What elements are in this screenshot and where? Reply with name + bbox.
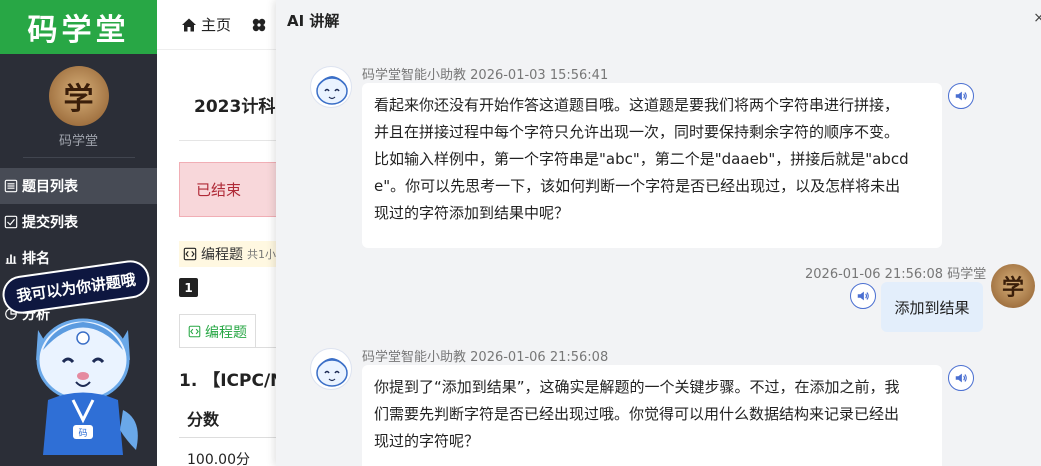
message-header: 码学堂智能小助教 2026-01-03 15:56:41 [362, 64, 608, 83]
timestamp: 2026-01-06 21:56:08 [470, 350, 609, 365]
code-icon [188, 325, 201, 338]
nav-home-label: 主页 [201, 16, 232, 34]
panel-title: AI 讲解 [287, 12, 340, 30]
program-section-header: 编程题 共1小 [179, 241, 280, 267]
mascot-icon [316, 358, 348, 387]
speaker-button[interactable] [948, 83, 974, 109]
score-label: 分数 [187, 410, 220, 429]
sidebar-item-label: 排名 [22, 251, 50, 267]
user-message-bubble: 添加到结果 [881, 282, 983, 332]
divider [22, 157, 135, 158]
profile-name: 码学堂 [58, 134, 98, 149]
message-header: 2026-01-06 21:56:08 码学堂 [805, 263, 986, 282]
speaker-icon [955, 91, 967, 101]
profile: 学 码学堂 [0, 54, 157, 158]
bot-avatar [310, 66, 352, 108]
score-value: 100.00分 [187, 452, 250, 466]
bot-avatar [310, 348, 352, 390]
avatar[interactable]: 学 [48, 66, 109, 126]
message-header: 码学堂智能小助教 2026-01-06 21:56:08 [362, 346, 608, 365]
sidebar-item-submissions[interactable]: 提交列表 [0, 204, 157, 240]
speaker-icon [857, 291, 869, 301]
close-icon[interactable]: × [1033, 10, 1041, 26]
checkbox-icon [4, 215, 18, 229]
flower-icon [252, 18, 266, 31]
program-label: 编程题 [201, 247, 243, 263]
bot-message-bubble: 你提到了“添加到结果”，这确实是解题的一个关键步骤。不过，在添加之前，我 们需要… [362, 365, 942, 466]
nav-item[interactable] [251, 17, 271, 33]
sender-name: 码学堂智能小助教 [362, 350, 467, 365]
sidebar-item-label: 题目列表 [22, 179, 78, 195]
list-icon [4, 179, 18, 193]
sender-name: 码学堂 [947, 267, 987, 282]
user-avatar: 学 [991, 264, 1035, 308]
message-line: 并且在拼接过程中每个字符只允许出现一次，同时要保持剩余字符的顺序不变。 [374, 123, 900, 141]
question-number-button[interactable]: 1 [179, 278, 198, 297]
svg-text:码: 码 [78, 428, 87, 439]
tab-label: 编程题 [205, 324, 247, 341]
message-line: e"。你可以先思考一下，该如何判断一个字符是否已经出现过，以及怎样将未出 [374, 177, 901, 195]
tab-program[interactable]: 编程题 [179, 314, 256, 348]
sidebar-item-problem-list[interactable]: 题目列表 [0, 168, 157, 204]
sender-name: 码学堂智能小助教 [362, 68, 467, 83]
message-line: 看起来你还没有开始作答这道题目哦。这道题是要我们将两个字符串进行拼接， [374, 96, 900, 114]
code-icon [183, 247, 197, 261]
logo[interactable]: 码学堂 [0, 0, 157, 54]
message-line: 你提到了“添加到结果”，这确实是解题的一个关键步骤。不过，在添加之前，我 [374, 378, 900, 396]
sidebar-item-label: 提交列表 [22, 215, 78, 231]
message-line: 现过的字符添加到结果中呢？ [374, 204, 570, 222]
ai-panel: AI 讲解 × 码学堂智能小助教 2026-01-03 15:56:41 看起来… [276, 0, 1041, 466]
speaker-icon [955, 373, 967, 383]
bot-message-bubble: 看起来你还没有开始作答这道题目哦。这道题是要我们将两个字符串进行拼接， 并且在拼… [362, 83, 942, 248]
bar-chart-icon [5, 254, 17, 264]
message-line: 比如输入样例中，第一个字符串是"abc"，第二个是"daaeb"，拼接后就是"a… [374, 150, 909, 168]
speaker-button[interactable] [850, 283, 876, 309]
page-title: 2023计科2 [194, 97, 288, 117]
message-line: 现过的字符呢？ [374, 432, 480, 450]
mascot-icon[interactable]: 码 [18, 300, 148, 460]
question-title: 1. 【ICPC/N [179, 371, 285, 391]
status-badge: 已结束 [179, 162, 289, 217]
program-count: 共1小 [247, 248, 276, 261]
home-icon [182, 18, 196, 31]
speaker-button[interactable] [948, 365, 974, 391]
mascot-icon [316, 76, 348, 105]
nav-home[interactable]: 主页 [181, 14, 231, 35]
timestamp: 2026-01-06 21:56:08 [805, 267, 944, 282]
timestamp: 2026-01-03 15:56:41 [470, 68, 609, 83]
message-line: 们需要先判断字符是否已经出现过哦。你觉得可以用什么数据结构来记录已经出 [374, 405, 900, 423]
app-root: 码学堂 学 码学堂 题目列表 提交列表 排名 分析 我可以为你讲题哦 码 主页 … [0, 0, 1041, 466]
